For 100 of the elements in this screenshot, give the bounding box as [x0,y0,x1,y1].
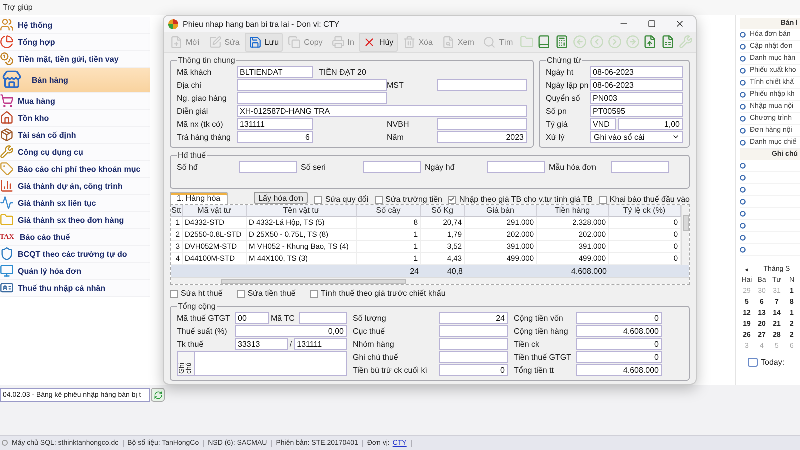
checkbox[interactable] [448,196,456,204]
input-field[interactable]: 0 [576,338,662,350]
bullet-icon [740,92,746,98]
input-field[interactable] [363,161,421,173]
input-field[interactable] [437,118,527,130]
column-header[interactable]: Số Kg [421,205,465,217]
input-field[interactable] [299,312,347,324]
input-field[interactable]: 0 [576,312,662,324]
input-field[interactable]: 131111 [237,118,313,130]
column-header[interactable]: Tỷ lệ ck (%) [609,205,681,217]
calculator-icon [554,35,569,49]
sidebar-item[interactable]: Quản lý hóa đơn [0,263,150,280]
fetch-invoice-button[interactable]: Lấy hóa đơn [254,192,308,204]
column-header[interactable]: Giá bán [465,205,537,217]
bullet-icon [740,128,746,134]
tab[interactable]: 1. Hàng hóa [170,192,228,204]
refresh-icon [154,390,162,400]
sidebar-item[interactable]: Báo cáo chi phí theo khoản mục [0,161,150,178]
input-field[interactable]: PN003 [590,92,683,104]
checkbox[interactable] [170,290,178,298]
input-field[interactable] [237,79,387,91]
sidebar-item[interactable]: Tồn kho [0,110,150,127]
input-field[interactable]: 0 [439,364,508,376]
input-field[interactable] [437,79,527,91]
checkbox[interactable] [748,358,758,367]
checkbox-label: Khai báo thuế đầu vào [610,195,690,204]
input-field[interactable]: VND [590,118,616,130]
checkbox-label: Sửa tiền thuế [248,289,296,298]
input-field[interactable]: 08-06-2023 [590,79,683,91]
input-field[interactable] [439,338,508,350]
column-header[interactable]: Mã vật tư [183,205,247,217]
field-label: Cộng tiền hàng [514,326,570,336]
edit-icon [208,36,222,48]
input-field[interactable] [487,161,545,173]
total-cell-text: 40,8 [446,266,464,277]
sidebar-item[interactable]: Công cụ dụng cụ [0,144,150,161]
input-field[interactable] [439,325,508,337]
group-title: Thông tin chung [177,56,236,65]
folder-icon [520,35,534,49]
toolbar-button[interactable]: Hủy [359,32,398,52]
sidebar-item[interactable]: Bán hàng [0,68,150,93]
checkbox[interactable] [598,196,607,204]
field-label: Cộng tiền vốn [514,314,564,322]
checkbox[interactable] [236,290,245,298]
sidebar-item[interactable]: Tiền mặt, tiền gửi, tiền vay [0,51,150,68]
column-header[interactable]: Tên vật tư [247,205,357,217]
sidebar-item[interactable]: BCQT theo các trường tự do [0,246,150,263]
checkbox[interactable] [314,196,322,204]
input-field[interactable]: 0 [576,351,662,363]
sidebar-item[interactable]: Hệ thống [0,17,150,34]
field-label: Thuế suất (%) [177,326,228,336]
sidebar-item[interactable]: Mua hàng [0,93,150,110]
input-field[interactable]: 2023 [437,131,527,143]
coins-icon [0,52,14,66]
sidebar-item[interactable]: Giá thành sx liên tục [0,195,150,212]
input-field[interactable]: XH-012587D-HANG TRA [237,105,527,117]
sidebar-item[interactable]: Thuế thu nhập cá nhân [0,280,150,297]
checkbox[interactable] [310,290,318,298]
field-label: Tỷ giá [546,120,569,128]
input-field[interactable]: 33313 [235,338,288,350]
field-label: Ng. giao hàng [177,94,228,102]
sidebar-item[interactable]: Giá thành dự án, công trình [0,178,150,195]
input-field[interactable] [237,92,387,104]
input-field[interactable]: PT00595 [590,105,683,117]
input-field[interactable]: 08-06-2023 [590,66,683,78]
dropdown[interactable]: Ghi vào sổ cái [590,131,683,143]
input-field[interactable]: 4.608.000 [576,364,662,376]
refresh-button[interactable] [151,388,165,402]
sidebar-item[interactable]: Tổng hợp [0,34,150,51]
checkbox-label: Nhập theo giá TB cho v.tư tính giá TB [459,195,593,204]
toolbar-button[interactable]: Lưu [244,32,284,52]
input-field[interactable] [239,161,297,173]
input-field[interactable] [611,161,669,173]
input-field[interactable]: 0,00 [235,325,347,337]
checkbox[interactable] [374,196,383,204]
scrollbar[interactable] [171,277,689,284]
input-field[interactable]: 4.608.000 [576,325,662,337]
column-header[interactable]: Stt [171,205,183,217]
input-field[interactable]: 24 [439,312,508,324]
scrollbar[interactable] [681,205,689,265]
sidebar-item[interactable]: Tài sản cố định [0,127,150,144]
input-field[interactable]: 1,00 [618,118,683,130]
id-card-icon [0,281,14,295]
total-cell-text: 4.608.000 [570,266,608,277]
sidebar-item[interactable]: Giá thành sx theo đơn hàng [0,212,150,229]
column-header[interactable]: Tiền hàng [537,205,609,217]
maximize-icon [648,20,656,28]
next-icon [608,35,622,49]
input-field[interactable]: 131111 [294,338,348,350]
column-header[interactable]: Số cây [357,205,421,217]
input-field[interactable]: 6 [237,131,313,143]
menu-item[interactable]: Trợ giúp [3,3,33,12]
field-label: NVBH [387,120,410,128]
copy-icon [288,36,302,48]
house-icon [0,111,14,125]
input-field[interactable]: BLTIENDAT [237,66,313,78]
input-field[interactable] [439,351,508,363]
checkbox-label: Sửa ht thuế [181,289,223,298]
field-label: Tiền thuế GTGT [514,352,572,362]
input-field[interactable]: 00 [235,312,269,324]
